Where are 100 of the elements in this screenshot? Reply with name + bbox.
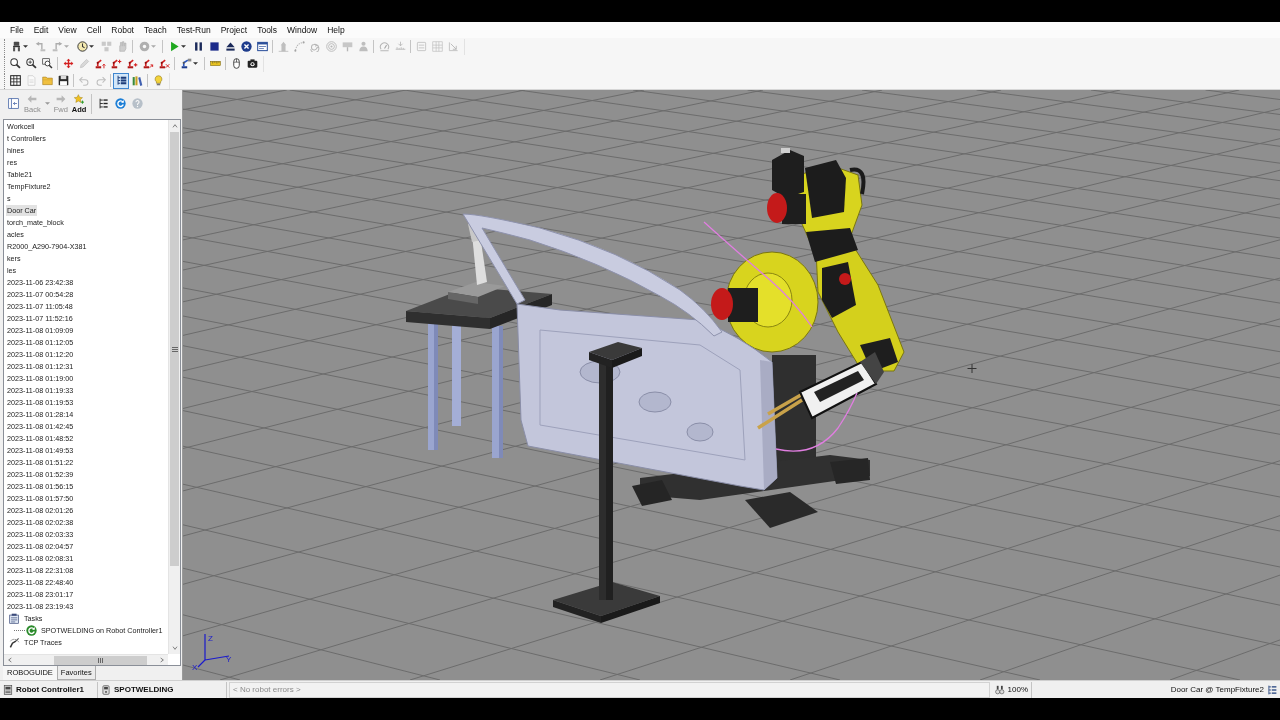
forward-arrow-icon xyxy=(55,93,66,104)
chart-arrow-icon xyxy=(447,41,459,52)
person-icon xyxy=(357,41,369,52)
books-icon xyxy=(131,75,143,86)
circular-arrow-icon xyxy=(26,624,37,636)
gauge-icon xyxy=(378,41,390,52)
star-icon xyxy=(74,93,85,104)
measure-icon xyxy=(394,41,406,52)
menu-item[interactable]: Robot xyxy=(106,23,139,37)
zoom-window-icon xyxy=(41,58,53,69)
clock-icon xyxy=(77,41,88,52)
pause-icon xyxy=(192,41,204,52)
folder-icon xyxy=(41,75,53,86)
menu-item[interactable]: File xyxy=(5,23,29,37)
chevron-right-icon xyxy=(160,657,164,663)
status-text: Robot Controller1 xyxy=(16,683,84,696)
step-arrow-icon xyxy=(52,41,63,52)
robot-arm-icon xyxy=(158,58,170,69)
status-text: Door Car @ TempFixture2 xyxy=(1170,683,1264,696)
menu-item[interactable]: Teach xyxy=(139,23,172,37)
clipboard-icon xyxy=(9,612,20,624)
table-icon xyxy=(9,75,21,86)
status-text: 100% xyxy=(1007,683,1028,696)
redo-icon xyxy=(94,75,106,86)
play-icon xyxy=(169,41,180,52)
grip-icon xyxy=(171,346,178,352)
eject-icon xyxy=(224,41,236,52)
chevron-down-icon xyxy=(171,646,178,650)
stop-icon xyxy=(208,41,220,52)
axis-label: X xyxy=(192,663,198,672)
crosshair-icon xyxy=(967,363,977,374)
list-box-icon xyxy=(415,41,427,52)
target-icon xyxy=(325,41,337,52)
mouse-icon xyxy=(230,58,242,69)
binoculars-icon xyxy=(995,684,1005,695)
pencil-icon xyxy=(78,58,90,69)
menu-item[interactable]: Project xyxy=(215,23,253,37)
lightbulb-icon xyxy=(152,75,164,86)
document-icon xyxy=(25,75,37,86)
robot-arm-icon xyxy=(126,58,138,69)
window-icon xyxy=(256,41,268,52)
toolbar-button[interactable] xyxy=(113,72,129,89)
scrollbar-thumb[interactable] xyxy=(170,132,179,566)
axis-label: Z xyxy=(208,634,213,643)
caret-icon xyxy=(151,45,156,48)
grid-icon xyxy=(431,41,443,52)
step-arrow-icon xyxy=(34,41,46,52)
dock-panel-icon xyxy=(8,98,19,109)
caret-icon xyxy=(181,45,186,48)
back-arrow-icon xyxy=(27,93,38,104)
disc-icon xyxy=(139,41,150,52)
blocks-icon xyxy=(100,41,112,52)
menu-item[interactable]: Edit xyxy=(28,23,54,37)
status-text: SPOTWELDING xyxy=(114,683,174,696)
menu-item[interactable]: Help xyxy=(322,23,350,37)
robot-arm-icon xyxy=(142,58,154,69)
chevron-up-icon xyxy=(171,124,178,128)
menu-item[interactable]: Cell xyxy=(81,23,107,37)
ruler-icon xyxy=(209,58,221,69)
caret-icon xyxy=(23,45,28,48)
scrollbar-thumb[interactable] xyxy=(54,655,147,665)
trace-path-icon xyxy=(9,636,20,648)
robot-arm-icon xyxy=(181,58,192,69)
caret-icon xyxy=(64,45,69,48)
help-icon xyxy=(132,98,144,109)
hierarchy-icon xyxy=(1267,684,1277,695)
robot-arm-icon xyxy=(110,58,122,69)
camera-icon xyxy=(246,58,258,69)
signboard-icon xyxy=(341,41,353,52)
axis-label: Y xyxy=(226,655,232,664)
tower-icon xyxy=(277,41,289,52)
chevron-left-icon xyxy=(8,657,12,663)
curve-icon xyxy=(293,41,305,52)
toolbar-button[interactable] xyxy=(7,72,23,89)
close-circle-icon xyxy=(240,41,252,52)
move-arrows-icon xyxy=(62,58,74,69)
refresh-icon xyxy=(115,98,127,109)
caret-icon xyxy=(89,45,94,48)
undo-icon xyxy=(78,75,90,86)
menu-item[interactable]: Tools xyxy=(252,23,282,37)
caret-icon xyxy=(193,62,198,65)
spiral-icon xyxy=(309,41,321,52)
menu-item[interactable]: Window xyxy=(282,23,323,37)
axis-triad-drawing xyxy=(197,633,230,668)
save-icon xyxy=(57,75,69,86)
tree-view-icon xyxy=(115,75,127,86)
magnifier-icon xyxy=(9,58,21,69)
status-text: < No robot errors > xyxy=(233,683,301,696)
tree-view-icon xyxy=(98,98,110,109)
grip-icon xyxy=(97,657,104,663)
robot-arm-icon xyxy=(94,58,106,69)
menu-item[interactable]: View xyxy=(53,23,82,37)
magnifier-icon xyxy=(25,58,37,69)
cabinet-icon xyxy=(3,684,13,695)
toolbar-button[interactable] xyxy=(238,38,254,55)
handheld-device-icon xyxy=(101,684,111,695)
gripper-icon xyxy=(11,41,22,52)
caret-icon xyxy=(44,102,50,105)
menu-item[interactable]: Test-Run xyxy=(171,23,216,37)
hand-icon xyxy=(116,41,128,52)
